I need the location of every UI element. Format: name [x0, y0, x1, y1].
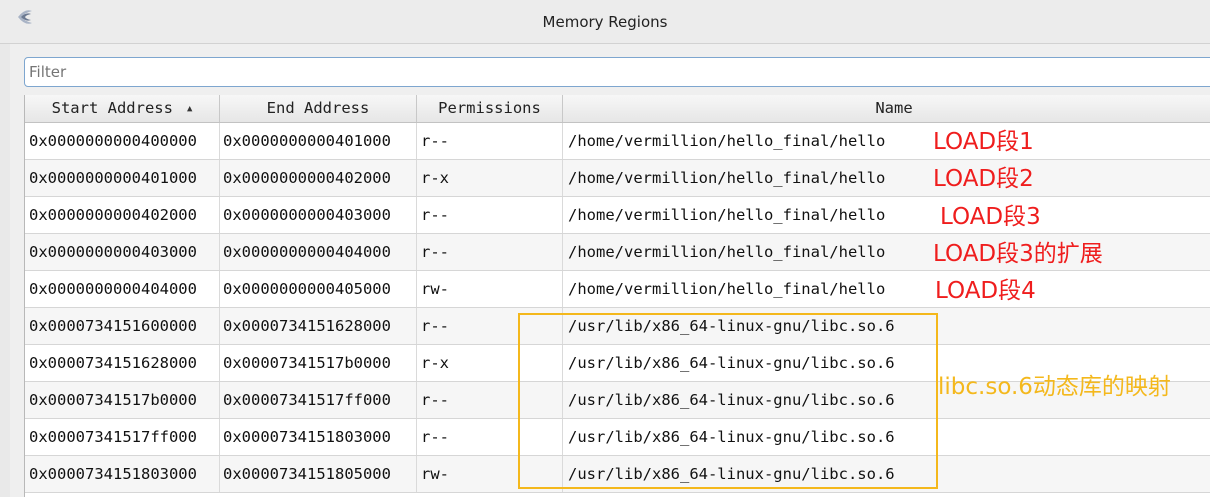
end-address-cell: 0x0000000000405000 [220, 271, 417, 307]
end-address-cell: 0x0000000000404000 [220, 234, 417, 270]
sort-ascending-icon: ▲ [186, 104, 193, 114]
end-address-cell: 0x0000000000401000 [220, 123, 417, 159]
filter-input[interactable] [24, 57, 1210, 87]
name-cell: /home/vermillion/hello_final/hello [568, 206, 886, 224]
column-header-start-address[interactable]: Start Address ▲ [25, 95, 220, 122]
end-address-cell: 0x0000734151628000 [220, 308, 417, 344]
end-address-cell: 0x0000000000402000 [220, 160, 417, 196]
title-bar: Memory Regions [0, 0, 1210, 44]
column-header-name[interactable]: Name [563, 95, 1210, 122]
end-address-cell: 0x0000734151805000 [220, 456, 417, 492]
column-header-permissions[interactable]: Permissions [417, 95, 563, 122]
end-address-cell: 0x0000734151803000 [220, 419, 417, 455]
permissions-cell: r-- [417, 197, 563, 233]
table-header: Start Address ▲ End Address Permissions N… [25, 95, 1210, 123]
permissions-cell: r-x [417, 160, 563, 196]
start-address-cell: 0x0000000000400000 [25, 123, 220, 159]
start-address-cell: 0x0000000000404000 [25, 271, 220, 307]
annotation-load-segment-3: LOAD段3 [940, 204, 1041, 230]
start-address-cell: 0x00007341517b0000 [25, 382, 220, 418]
start-address-cell: 0x0000734151628000 [25, 345, 220, 381]
start-address-cell: 0x0000734151803000 [25, 456, 220, 492]
permissions-cell: r-- [417, 123, 563, 159]
start-address-cell: 0x0000000000401000 [25, 160, 220, 196]
libc-highlight-box [518, 313, 938, 489]
name-cell: /home/vermillion/hello_final/hello [568, 280, 886, 298]
end-address-cell: 0x0000000000403000 [220, 197, 417, 233]
annotation-load-segment-3-extension: LOAD段3的扩展 [933, 241, 1103, 267]
annotation-libc-mapping: libc.so.6动态库的映射 [938, 374, 1171, 400]
name-cell: /home/vermillion/hello_final/hello [568, 132, 886, 150]
start-address-cell: 0x0000000000402000 [25, 197, 220, 233]
permissions-cell: r-- [417, 234, 563, 270]
name-cell: /home/vermillion/hello_final/hello [568, 169, 886, 187]
annotation-load-segment-4: LOAD段4 [935, 278, 1036, 304]
column-header-end-address[interactable]: End Address [220, 95, 417, 122]
start-address-cell: 0x0000734151600000 [25, 308, 220, 344]
name-cell: /home/vermillion/hello_final/hello [568, 243, 886, 261]
annotation-load-segment-2: LOAD段2 [933, 166, 1034, 192]
start-address-cell: 0x0000000000403000 [25, 234, 220, 270]
window-left-edge [0, 44, 10, 497]
window-title: Memory Regions [542, 13, 668, 31]
permissions-cell: rw- [417, 271, 563, 307]
end-address-cell: 0x00007341517ff000 [220, 382, 417, 418]
column-header-label: Start Address [51, 99, 173, 117]
start-address-cell: 0x00007341517ff000 [25, 419, 220, 455]
end-address-cell: 0x00007341517b0000 [220, 345, 417, 381]
annotation-load-segment-1: LOAD段1 [933, 129, 1034, 155]
